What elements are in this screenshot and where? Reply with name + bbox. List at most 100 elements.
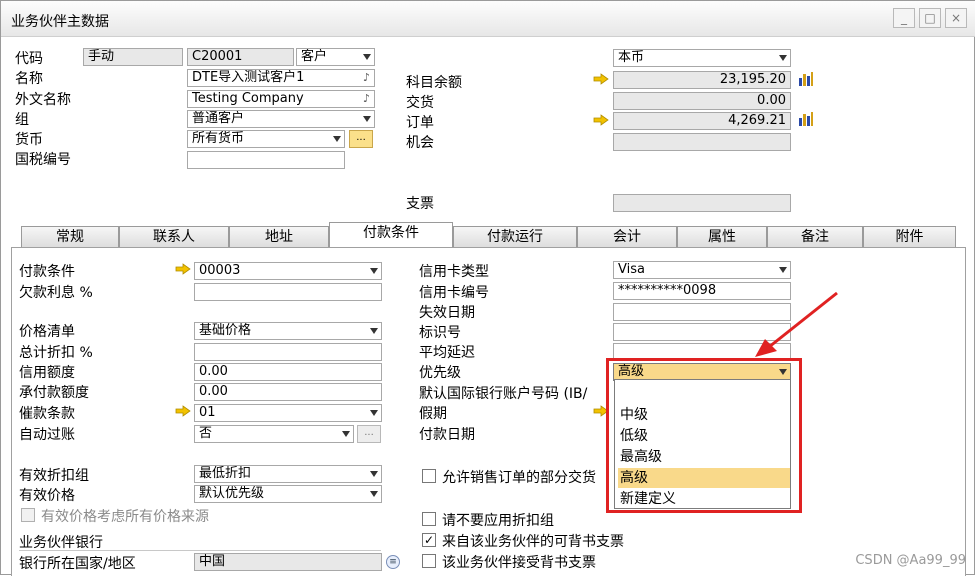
translate-icon[interactable]: ♪ [363, 70, 370, 86]
code-type-value: 客户 [301, 49, 328, 64]
tab-payment-terms[interactable]: 付款条件 [329, 222, 453, 248]
group-select[interactable]: 普通客户 [187, 110, 375, 128]
price-list-label: 价格清单 [19, 324, 75, 340]
code-type-select[interactable]: 客户 [296, 48, 375, 66]
opportunity-label: 机会 [406, 135, 434, 151]
payment-terms-value: 00003 [199, 263, 241, 278]
minimize-button[interactable]: _ [893, 8, 915, 28]
watermark: CSDN @Aa99_99 [855, 553, 966, 568]
account-balance-field: 23,195.20 [613, 71, 791, 89]
payment-terms-select[interactable]: 00003 [194, 262, 382, 280]
dunning-terms-select[interactable]: 01 [194, 404, 382, 422]
chevron-down-icon [370, 328, 378, 334]
tab-accounting[interactable]: 会计 [577, 226, 677, 248]
credit-card-type-label: 信用卡类型 [419, 264, 489, 280]
tax-id-input[interactable] [187, 151, 345, 169]
code-input[interactable]: C20001 [187, 48, 294, 66]
order-label: 订单 [406, 115, 434, 131]
tab-payment-run[interactable]: 付款运行 [453, 226, 577, 248]
annotation-arrow-icon [755, 291, 838, 357]
foreign-name-input[interactable]: Testing Company ♪ [187, 90, 375, 108]
bar-chart-icon[interactable] [798, 111, 814, 127]
total-discount-input[interactable] [194, 343, 382, 361]
window-title: 业务伙伴主数据 [11, 14, 109, 30]
auto-post-select[interactable]: 否 [194, 425, 354, 443]
price-list-select[interactable]: 基础价格 [194, 322, 382, 340]
chevron-down-icon [342, 431, 350, 437]
tab-general[interactable]: 常规 [21, 226, 119, 248]
tab-attachments[interactable]: 附件 [863, 226, 956, 248]
check-field [613, 194, 791, 212]
order-field: 4,269.21 [613, 112, 791, 130]
close-button[interactable]: × [945, 8, 967, 28]
chevron-down-icon [370, 491, 378, 497]
tax-id-label: 国税编号 [15, 152, 71, 168]
maximize-button[interactable]: □ [919, 8, 941, 28]
effective-discount-group-select[interactable]: 最低折扣 [194, 465, 382, 483]
accept-endorsed-checks-checkbox[interactable] [422, 554, 436, 568]
partial-delivery-checkbox[interactable] [422, 469, 436, 483]
bank-country-label: 银行所在国家/地区 [19, 556, 136, 572]
endorsed-checks-checkbox[interactable]: ✓ [422, 533, 436, 547]
commitment-limit-input[interactable]: 0.00 [194, 383, 382, 401]
opportunity-field [613, 133, 791, 151]
code-value: C20001 [192, 49, 243, 64]
accept-endorsed-checks-label: 该业务伙伴接受背书支票 [442, 555, 596, 571]
section-divider [19, 550, 381, 551]
endorsed-checks-label: 来自该业务伙伴的可背书支票 [442, 534, 624, 550]
code-mode-select[interactable]: 手动 [83, 48, 183, 66]
consider-all-price-sources-checkbox[interactable] [21, 508, 35, 522]
link-arrow-icon[interactable] [175, 263, 191, 275]
bank-country-field[interactable]: 中国 [194, 553, 382, 571]
priority-label: 优先级 [419, 365, 461, 381]
auto-post-value: 否 [199, 426, 213, 441]
delivery-value: 0.00 [757, 93, 786, 108]
effective-price-label: 有效价格 [19, 488, 75, 504]
bar-chart-icon[interactable] [798, 71, 814, 87]
currency-select[interactable]: 所有货币 [187, 130, 345, 148]
auto-post-browse-button[interactable]: ... [357, 425, 381, 443]
partner-bank-heading: 业务伙伴银行 [19, 535, 103, 551]
effective-price-select[interactable]: 默认优先级 [194, 485, 382, 503]
tab-address[interactable]: 地址 [229, 226, 329, 248]
translate-icon[interactable]: ♪ [363, 91, 370, 107]
foreign-name-value: Testing Company [192, 91, 304, 106]
link-arrow-icon[interactable] [175, 405, 191, 417]
dunning-terms-label: 催款条款 [19, 406, 75, 422]
currency-label: 货币 [15, 132, 43, 148]
title-bar: 业务伙伴主数据 _ □ × [1, 1, 975, 37]
credit-card-number-value: **********0098 [618, 283, 717, 298]
chevron-down-icon [333, 136, 341, 142]
foreign-name-label: 外文名称 [15, 92, 71, 108]
order-value: 4,269.21 [728, 113, 786, 128]
chevron-down-icon [779, 267, 787, 273]
link-arrow-icon[interactable] [593, 73, 609, 85]
auto-post-label: 自动过账 [19, 427, 75, 443]
dunning-terms-value: 01 [199, 405, 216, 420]
price-list-value: 基础价格 [199, 323, 252, 338]
interest-input[interactable] [194, 283, 382, 301]
account-balance-label: 科目余额 [406, 75, 462, 91]
bank-country-value: 中国 [199, 554, 226, 569]
currency-browse-button[interactable]: ... [349, 130, 373, 148]
chevron-down-icon [779, 55, 787, 61]
link-arrow-icon[interactable] [593, 114, 609, 126]
no-discount-group-checkbox[interactable] [422, 512, 436, 526]
tab-properties[interactable]: 属性 [677, 226, 767, 248]
currency-view-select[interactable]: 本币 [613, 49, 791, 67]
tab-remarks[interactable]: 备注 [767, 226, 863, 248]
account-balance-value: 23,195.20 [719, 72, 786, 87]
effective-price-value: 默认优先级 [199, 486, 265, 501]
credit-limit-input[interactable]: 0.00 [194, 363, 382, 381]
total-discount-label: 总计折扣 % [19, 345, 93, 361]
group-label: 组 [15, 112, 29, 128]
code-mode-value: 手动 [88, 49, 115, 64]
name-input[interactable]: DTE导入测试客户1 ♪ [187, 69, 375, 87]
effective-discount-group-label: 有效折扣组 [19, 468, 89, 484]
tab-contacts[interactable]: 联系人 [119, 226, 229, 248]
chevron-down-icon [370, 410, 378, 416]
credit-card-type-select[interactable]: Visa [613, 261, 791, 279]
list-icon[interactable]: ≡ [386, 555, 400, 569]
id-number-label: 标识号 [419, 325, 461, 341]
expiry-date-label: 失效日期 [419, 305, 475, 321]
